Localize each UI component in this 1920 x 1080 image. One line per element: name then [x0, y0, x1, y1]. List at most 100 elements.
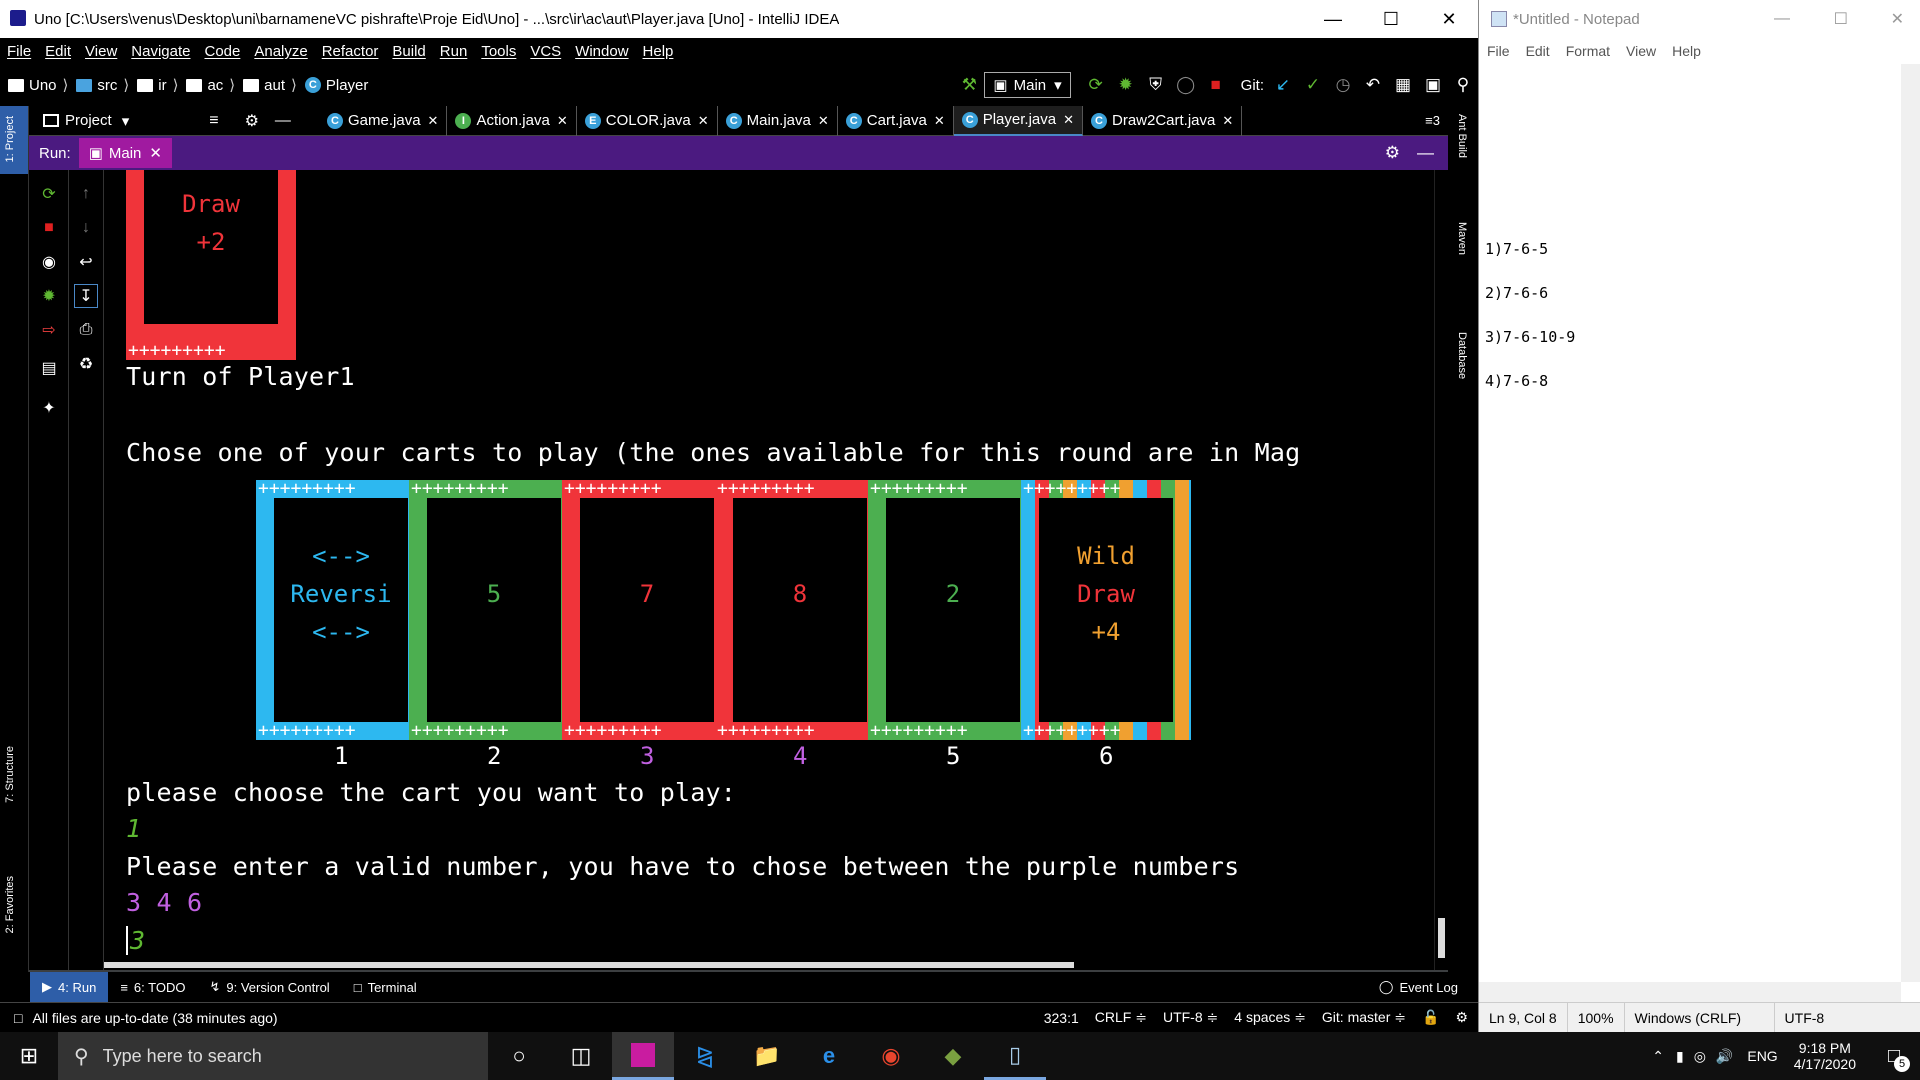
- breadcrumb-player[interactable]: C Player: [304, 77, 368, 94]
- rerun-icon[interactable]: ⟳: [1081, 70, 1111, 100]
- console-vertical-scrollbar[interactable]: [1434, 170, 1448, 970]
- close-icon[interactable]: ✕: [1222, 113, 1233, 129]
- event-log-button[interactable]: ◯ Event Log: [1367, 972, 1470, 1002]
- maximize-button[interactable]: ☐: [1834, 9, 1848, 29]
- np-menu-format[interactable]: Format: [1566, 43, 1610, 59]
- start-button[interactable]: ⊞: [0, 1032, 58, 1080]
- coverage-shield-icon[interactable]: ⛨: [1141, 70, 1171, 100]
- editor-tab-main[interactable]: C Main.java ✕: [718, 105, 838, 136]
- menu-help[interactable]: Help: [636, 43, 681, 60]
- vscode-taskbar-icon[interactable]: ⧎: [674, 1032, 736, 1080]
- bottom-tab-run[interactable]: ▶ 4: Run: [30, 972, 109, 1002]
- notepad-vertical-scrollbar[interactable]: [1901, 64, 1920, 982]
- scroll-to-end-icon[interactable]: ↧: [74, 284, 98, 308]
- pin-icon[interactable]: ✦: [37, 396, 61, 420]
- bottom-tab-terminal[interactable]: □ Terminal: [342, 972, 429, 1002]
- np-menu-edit[interactable]: Edit: [1526, 43, 1550, 59]
- network-icon[interactable]: ◎: [1694, 1048, 1706, 1065]
- menu-file[interactable]: File: [0, 43, 38, 60]
- gear-icon[interactable]: ⚙: [1385, 143, 1400, 163]
- rollback-icon[interactable]: ↶: [1358, 70, 1388, 100]
- menu-vcs[interactable]: VCS: [523, 43, 568, 60]
- camera-icon[interactable]: ◉: [37, 250, 61, 274]
- breadcrumb-aut[interactable]: aut ⟩: [243, 76, 297, 94]
- notepad-taskbar-icon[interactable]: ▯: [984, 1032, 1046, 1080]
- editor-tab-game[interactable]: C Game.java ✕: [319, 105, 448, 136]
- project-structure-icon[interactable]: ▦: [1388, 70, 1418, 100]
- stop-icon[interactable]: ■: [37, 216, 61, 240]
- battery-icon[interactable]: ▮: [1676, 1048, 1684, 1065]
- run-tab-main[interactable]: ▣ Main ✕: [78, 138, 172, 168]
- git-update-icon[interactable]: ↙: [1268, 70, 1298, 100]
- rerun-icon[interactable]: ⟳: [37, 182, 61, 206]
- history-clock-icon[interactable]: ◷: [1328, 70, 1358, 100]
- menu-window[interactable]: Window: [568, 43, 635, 60]
- search-icon[interactable]: ⚲: [1448, 70, 1478, 100]
- tool-tab-database[interactable]: Database: [1456, 332, 1468, 379]
- tabs-overflow-icon[interactable]: ≡3: [1425, 113, 1440, 128]
- presentation-icon[interactable]: ▣: [1418, 70, 1448, 100]
- git-commit-icon[interactable]: ✓: [1298, 70, 1328, 100]
- taskbar-search-box[interactable]: ⚲ Type here to search: [58, 1032, 488, 1080]
- chrome-taskbar-icon[interactable]: ◉: [860, 1032, 922, 1080]
- breadcrumb-ac[interactable]: ac ⟩: [186, 76, 235, 94]
- line-separator[interactable]: CRLF ≑: [1095, 1009, 1147, 1026]
- editor-tab-action[interactable]: I Action.java ✕: [447, 105, 577, 136]
- close-icon[interactable]: ✕: [818, 113, 829, 129]
- git-branch[interactable]: Git: master ≑: [1322, 1009, 1406, 1026]
- np-menu-view[interactable]: View: [1626, 43, 1656, 59]
- layout-icon[interactable]: ▤: [37, 356, 61, 380]
- breadcrumb-ir[interactable]: ir ⟩: [137, 76, 178, 94]
- debug-bug-icon[interactable]: ✹: [1111, 70, 1141, 100]
- menu-view[interactable]: View: [78, 43, 124, 60]
- task-view-icon[interactable]: ◫: [550, 1032, 612, 1080]
- breadcrumb-src[interactable]: src ⟩: [76, 76, 129, 94]
- close-button[interactable]: ✕: [1420, 0, 1478, 38]
- close-icon[interactable]: ✕: [149, 144, 162, 162]
- tool-tab-maven[interactable]: Maven: [1456, 222, 1468, 255]
- menu-tools[interactable]: Tools: [474, 43, 523, 60]
- cortana-icon[interactable]: ○: [488, 1032, 550, 1080]
- maximize-button[interactable]: ☐: [1362, 0, 1420, 38]
- arrow-down-icon[interactable]: ↓: [74, 216, 98, 240]
- window-icon[interactable]: □: [14, 1010, 22, 1026]
- editor-tab-player[interactable]: C Player.java ✕: [953, 105, 1083, 136]
- volume-icon[interactable]: 🔊: [1716, 1048, 1733, 1065]
- gear-icon[interactable]: ⚙: [245, 111, 259, 131]
- close-icon[interactable]: ✕: [428, 113, 439, 129]
- project-label[interactable]: Project: [65, 112, 112, 129]
- file-encoding[interactable]: UTF-8 ≑: [1163, 1009, 1218, 1026]
- tool-tab-ant-build[interactable]: Ant Build: [1456, 114, 1468, 158]
- clock[interactable]: 9:18 PM 4/17/2020: [1794, 1040, 1856, 1072]
- close-icon[interactable]: ✕: [698, 113, 709, 129]
- editor-tab-draw2cart[interactable]: C Draw2Cart.java ✕: [1083, 105, 1243, 136]
- indent-setting[interactable]: 4 spaces ≑: [1234, 1009, 1306, 1026]
- tool-tab-project[interactable]: 1: Project: [4, 116, 16, 162]
- notifications-button[interactable]: □ 5: [1874, 1032, 1914, 1080]
- close-button[interactable]: ✕: [1891, 9, 1904, 29]
- collapse-all-icon[interactable]: ≡: [209, 112, 218, 130]
- editor-tab-color[interactable]: E COLOR.java ✕: [577, 105, 718, 136]
- exit-icon[interactable]: ⇨: [37, 318, 61, 342]
- breadcrumb-uno[interactable]: Uno ⟩: [8, 76, 68, 94]
- file-explorer-taskbar-icon[interactable]: 📁: [736, 1032, 798, 1080]
- notepad-text-area[interactable]: 1)7-6-5 2)7-6-6 3)7-6-10-9 4)7-6-8: [1479, 64, 1901, 982]
- minimize-button[interactable]: —: [1774, 10, 1790, 28]
- trash-icon[interactable]: ♻: [74, 352, 98, 376]
- soft-wrap-icon[interactable]: ↩: [74, 250, 98, 274]
- arrow-up-icon[interactable]: ↑: [74, 182, 98, 206]
- close-icon[interactable]: ✕: [557, 113, 568, 129]
- editor-tab-cart[interactable]: C Cart.java ✕: [838, 105, 954, 136]
- menu-run[interactable]: Run: [433, 43, 475, 60]
- close-icon[interactable]: ✕: [1063, 112, 1074, 128]
- github-desktop-taskbar-icon[interactable]: ◆: [922, 1032, 984, 1080]
- bottom-tab-version-control[interactable]: ↯ 9: Version Control: [197, 972, 341, 1002]
- minimize-button[interactable]: —: [1304, 0, 1362, 38]
- edge-taskbar-icon[interactable]: e: [798, 1032, 860, 1080]
- chevron-down-icon[interactable]: ▾: [122, 112, 130, 130]
- menu-analyze[interactable]: Analyze: [247, 43, 314, 60]
- language-indicator[interactable]: ENG: [1747, 1048, 1777, 1064]
- run-config-dropdown[interactable]: ▣ Main ▾: [984, 72, 1071, 98]
- lock-icon[interactable]: 🔓: [1422, 1009, 1439, 1026]
- hide-panel-icon[interactable]: —: [1417, 143, 1434, 163]
